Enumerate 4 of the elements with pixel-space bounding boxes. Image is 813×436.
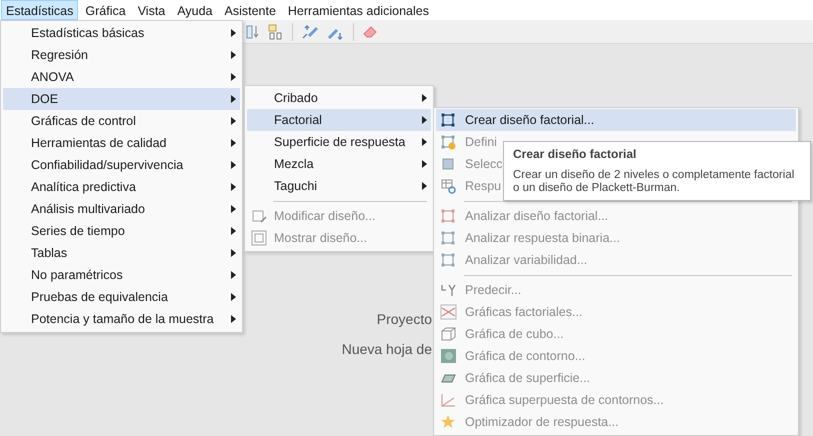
tooltip-text: Crear un diseño de 2 niveles o completamente factorial o un diseño de Plackett-Burman. [513,169,796,195]
tooltip-title: Crear diseño factorial [513,147,638,161]
project-label: Proyecto [376,311,432,327]
worksheet-label: Nueva hoja de [342,341,432,357]
